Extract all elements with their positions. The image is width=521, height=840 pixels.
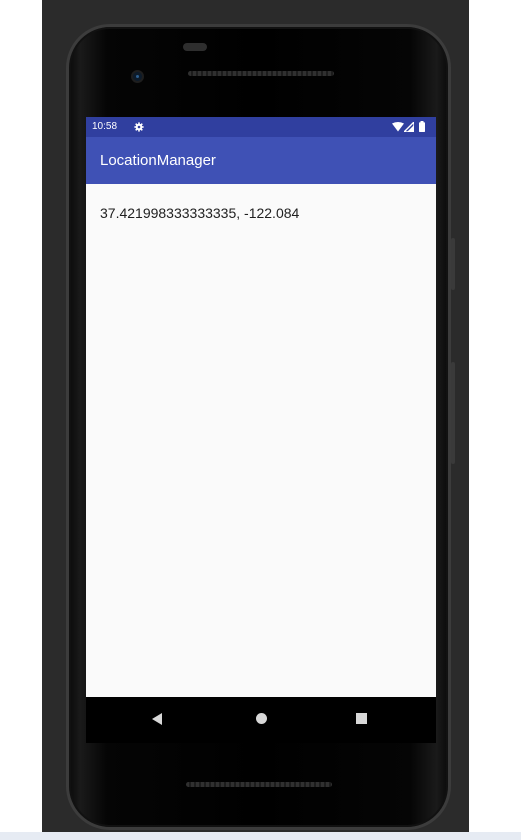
front-camera bbox=[131, 70, 144, 83]
volume-button[interactable] bbox=[451, 362, 455, 464]
recents-icon[interactable] bbox=[356, 713, 367, 724]
battery-icon bbox=[419, 121, 425, 132]
device-screen: 10:58 LocationManager 37.421998333333335… bbox=[86, 117, 436, 697]
earpiece bbox=[183, 43, 207, 51]
app-title: LocationManager bbox=[100, 152, 216, 169]
location-coordinates-text: 37.421998333333335, -122.084 bbox=[100, 205, 300, 221]
window-bottom-strip bbox=[0, 832, 521, 840]
navigation-bar bbox=[86, 697, 436, 743]
status-time: 10:58 bbox=[92, 121, 118, 132]
gear-icon bbox=[134, 122, 144, 132]
power-button[interactable] bbox=[451, 238, 455, 290]
back-icon[interactable] bbox=[152, 713, 162, 725]
home-icon[interactable] bbox=[256, 713, 267, 724]
speaker-grille-bottom bbox=[186, 782, 332, 787]
wifi-icon bbox=[392, 122, 404, 132]
speaker-grille-top bbox=[188, 71, 334, 76]
status-bar: 10:58 bbox=[86, 117, 436, 137]
app-bar: LocationManager bbox=[86, 137, 436, 184]
signal-icon bbox=[404, 122, 414, 132]
